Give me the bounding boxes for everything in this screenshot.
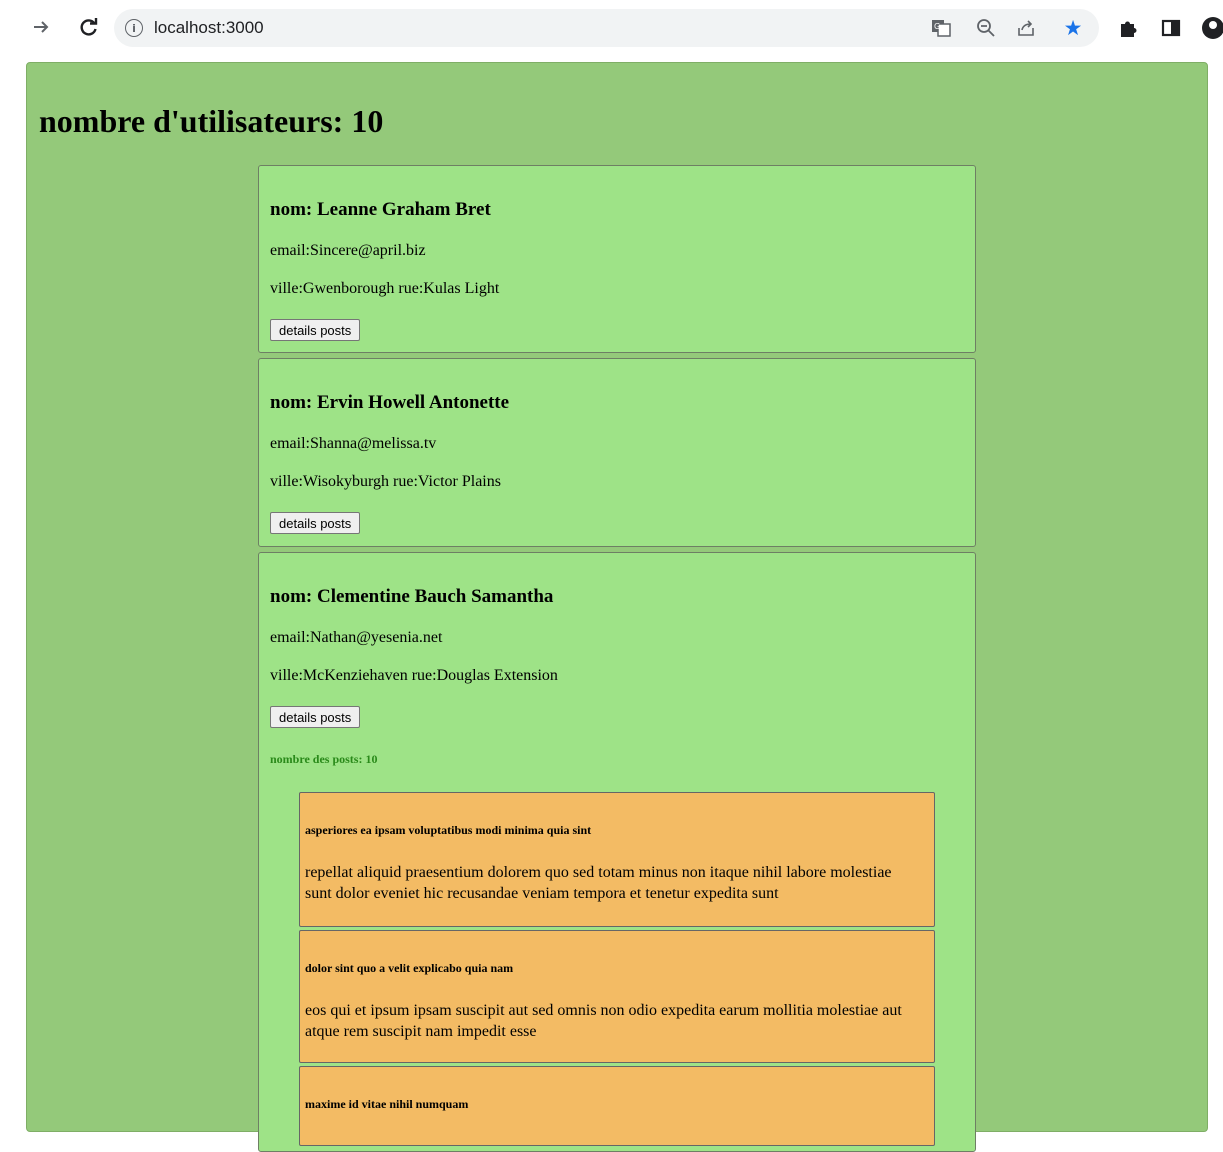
post-card: maxime id vitae nihil numquam bbox=[299, 1066, 935, 1146]
user-card: nom: Leanne Graham Bret email:Sincere@ap… bbox=[258, 165, 976, 353]
forward-icon[interactable] bbox=[26, 12, 56, 42]
details-posts-button[interactable]: details posts bbox=[270, 512, 361, 534]
post-body: eos qui et ipsum ipsam suscipit aut sed … bbox=[305, 1002, 902, 1040]
bookmark-star-icon[interactable]: ★ bbox=[1062, 16, 1084, 40]
share-icon[interactable] bbox=[1015, 17, 1037, 39]
user-email: email:Nathan@yesenia.net bbox=[270, 629, 443, 646]
user-name: nom: Ervin Howell Antonette bbox=[270, 392, 510, 413]
user-card: nom: Clementine Bauch Samantha email:Nat… bbox=[258, 552, 976, 1152]
user-address: ville:McKenziehaven rue:Douglas Extensio… bbox=[270, 667, 558, 684]
post-title: asperiores ea ipsam voluptatibus modi mi… bbox=[305, 823, 592, 837]
posts-count: nombre des posts: 10 bbox=[270, 752, 378, 766]
post-card: asperiores ea ipsam voluptatibus modi mi… bbox=[299, 792, 935, 927]
browser-toolbar: i localhost:3000 G ★ bbox=[0, 0, 1223, 56]
info-icon[interactable]: i bbox=[125, 19, 143, 37]
details-posts-button[interactable]: details posts bbox=[270, 706, 361, 728]
svg-text:G: G bbox=[934, 22, 940, 31]
user-email: email:Shanna@melissa.tv bbox=[270, 435, 437, 452]
post-title: dolor sint quo a velit explicabo quia na… bbox=[305, 961, 514, 975]
side-panel-icon[interactable] bbox=[1160, 16, 1182, 40]
user-address: ville:Wisokyburgh rue:Victor Plains bbox=[270, 473, 501, 490]
reload-icon[interactable] bbox=[74, 12, 104, 42]
post-card: dolor sint quo a velit explicabo quia na… bbox=[299, 930, 935, 1063]
post-body: repellat aliquid praesentium dolorem quo… bbox=[305, 864, 892, 902]
app-container: nombre d'utilisateurs: 10 nom: Leanne Gr… bbox=[26, 62, 1208, 1152]
user-address: ville:Gwenborough rue:Kulas Light bbox=[270, 280, 500, 297]
url-text: localhost:3000 bbox=[154, 18, 264, 37]
page-title: nombre d'utilisateurs: 10 bbox=[39, 103, 384, 139]
details-posts-button[interactable]: details posts bbox=[270, 319, 361, 341]
address-bar[interactable]: i localhost:3000 G ★ bbox=[114, 9, 1099, 47]
user-card: nom: Ervin Howell Antonette email:Shanna… bbox=[258, 358, 976, 547]
post-title: maxime id vitae nihil numquam bbox=[305, 1097, 469, 1111]
user-name: nom: Leanne Graham Bret bbox=[270, 199, 491, 220]
zoom-icon[interactable] bbox=[975, 17, 997, 39]
user-name: nom: Clementine Bauch Samantha bbox=[270, 586, 554, 607]
extensions-icon[interactable] bbox=[1117, 16, 1141, 40]
profile-icon[interactable] bbox=[1199, 16, 1223, 40]
translate-icon[interactable]: G bbox=[930, 17, 952, 39]
user-email: email:Sincere@april.biz bbox=[270, 242, 426, 259]
